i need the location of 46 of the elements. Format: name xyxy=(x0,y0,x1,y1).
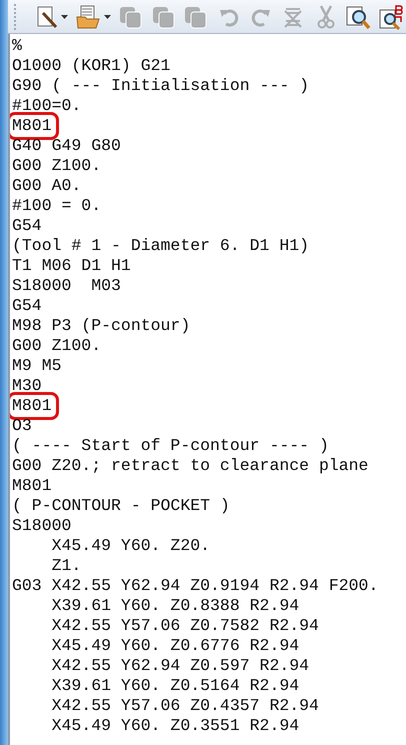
code-line: G00 Z20.; retract to clearance plane xyxy=(12,456,368,476)
scissors-icon xyxy=(314,4,337,28)
copy-icon xyxy=(183,4,210,28)
code-line: T1 M06 D1 H1 xyxy=(12,256,131,276)
copy-icon xyxy=(150,4,177,28)
code-line: X39.61 Y60. Z0.8388 R2.94 xyxy=(50,596,300,616)
code-line: #100 = 0. xyxy=(12,196,102,216)
code-line: S18000 M03 xyxy=(12,276,121,296)
code-line: X42.55 Y57.06 Z0.7582 R2.94 xyxy=(50,616,319,636)
code-line: O1000 (KOR1) G21 xyxy=(12,56,170,76)
replace-icon xyxy=(378,4,404,30)
code-line: M9 M5 xyxy=(12,356,62,376)
code-line: X42.55 Y62.94 Z0.597 R2.94 xyxy=(50,656,310,676)
marked-code-line: M801 xyxy=(10,115,56,137)
marked-code-line: M801 xyxy=(10,395,56,417)
code-line: O3 xyxy=(12,416,32,436)
code-line: G90 ( --- Initialisation --- ) xyxy=(12,76,310,96)
code-line: G03 X42.55 Y62.94 Z0.9194 R2.94 F200. xyxy=(12,576,378,596)
code-line: ( P-CONTOUR - POCKET ) xyxy=(12,496,230,516)
code-line: ( ---- Start of P-contour ---- ) xyxy=(12,436,329,456)
caret-icon xyxy=(60,14,68,18)
code-line: M98 P3 (P-contour) xyxy=(12,316,190,336)
page-pen-icon xyxy=(34,4,59,28)
code-line: G00 A0. xyxy=(12,176,82,196)
code-line: G54 xyxy=(12,216,42,236)
code-line: G54 xyxy=(12,296,42,316)
code-line: G00 Z100. xyxy=(12,156,102,176)
code-line: X39.61 Y60. Z0.5164 R2.94 xyxy=(50,676,300,696)
code-line: X45.49 Y60. Z0.6776 R2.94 xyxy=(50,636,300,656)
code-line: (Tool # 1 - Diameter 6. D1 H1) xyxy=(12,236,310,256)
search-icon xyxy=(345,4,372,30)
caret-icon xyxy=(104,14,112,18)
code-line: X45.49 Y60. Z0.3551 R2.94 xyxy=(50,716,300,736)
folder-icon xyxy=(76,4,102,28)
code-line: M30 xyxy=(12,376,42,396)
code-line: #100=0. xyxy=(12,96,82,116)
code-line: S18000 xyxy=(12,516,72,536)
code-line: X45.49 Y60. Z20. xyxy=(50,536,210,556)
code-line: % xyxy=(12,36,22,56)
copy-icon xyxy=(118,4,144,28)
strikethrough-icon xyxy=(282,6,304,28)
code-line: X42.55 Y57.06 Z0.4357 R2.94 xyxy=(50,696,319,716)
code-line: G40 G49 G80 xyxy=(12,136,121,156)
code-line: Z1. xyxy=(50,556,82,576)
code-line: M801 xyxy=(12,476,52,496)
code-line: G00 Z100. xyxy=(12,336,102,356)
